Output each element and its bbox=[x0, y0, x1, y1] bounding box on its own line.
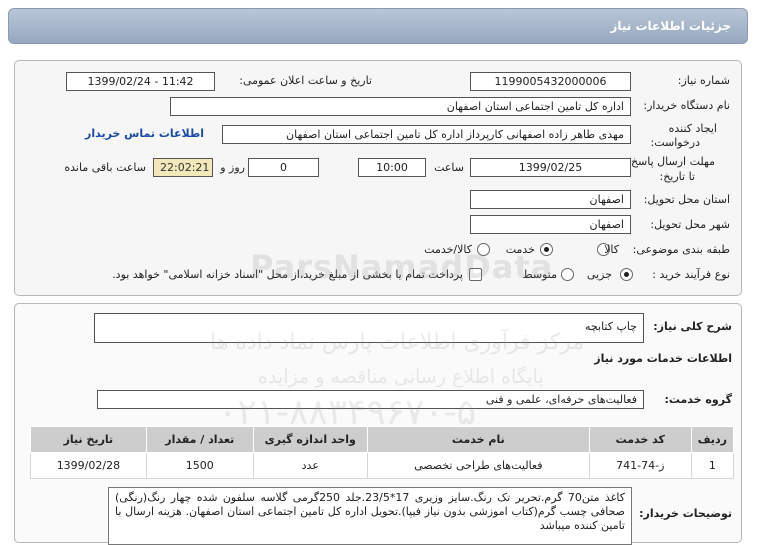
announce-datetime-field: 1399/02/24 - 11:42 bbox=[66, 72, 215, 91]
services-heading: اطلاعات خدمات مورد نیاز bbox=[594, 352, 732, 365]
page-header: جزئیات اطلاعات نیاز bbox=[8, 8, 748, 44]
province-field: اصفهان bbox=[470, 190, 631, 209]
table-row: 1 ز-74-741 فعالیت‌های طراحی تخصصی عدد 15… bbox=[30, 452, 735, 479]
buyer-org-field: اداره کل تامین اجتماعی استان اصفهان bbox=[170, 97, 631, 116]
buyer-notes-field: کاغذ متن70 گرم.تحریر تک رنگ.سایز وزیری 1… bbox=[108, 487, 632, 545]
category-radio-service[interactable] bbox=[540, 243, 553, 256]
col-header-quantity: تعداد / مقدار bbox=[145, 426, 254, 453]
need-summary-label: شرح کلی نیاز: bbox=[653, 320, 732, 333]
need-summary-field: چاپ کتابچه bbox=[94, 313, 644, 343]
col-header-service-code: کد خدمت bbox=[588, 426, 692, 453]
process-option-medium: متوسط bbox=[522, 268, 557, 281]
col-header-row-number: ردیف bbox=[690, 426, 735, 453]
creator-field: مهدی طاهر زاده اصفهانی کارپرداز اداره کل… bbox=[222, 125, 631, 144]
category-label: طبقه بندی موضوعی: bbox=[632, 243, 730, 256]
process-radio-minor[interactable] bbox=[620, 268, 633, 281]
treasury-payment-note: پرداخت تمام یا بخشی از مبلغ خرید،از محل … bbox=[112, 268, 463, 281]
category-option-goods-service: کالا/خدمت bbox=[424, 243, 472, 256]
process-type-label: نوع فرآیند خرید : bbox=[652, 268, 730, 281]
buyer-notes-label: توضیحات خریدار: bbox=[639, 507, 732, 520]
services-table: ردیف کد خدمت نام خدمت واحد اندازه گیری ت… bbox=[30, 426, 735, 479]
deadline-label-line1: مهلت ارسال پاسخ: bbox=[627, 155, 715, 168]
days-field: 0 bbox=[248, 158, 319, 177]
service-group-field: فعالیت‌های حرفه‌ای، علمی و فنی bbox=[97, 390, 644, 409]
cell-row-number: 1 bbox=[690, 452, 735, 479]
buyer-org-label: نام دستگاه خریدار: bbox=[643, 99, 730, 112]
col-header-service-name: نام خدمت bbox=[366, 426, 590, 453]
category-option-goods: کالا bbox=[604, 243, 619, 256]
remaining-time-field: 22:02:21 bbox=[153, 158, 213, 177]
need-number-label: شماره نیاز: bbox=[677, 74, 730, 87]
cell-unit: عدد bbox=[252, 452, 368, 479]
process-option-minor: جزیی bbox=[586, 268, 612, 281]
general-info-panel bbox=[14, 60, 742, 296]
table-header-row: ردیف کد خدمت نام خدمت واحد اندازه گیری ت… bbox=[30, 426, 735, 453]
col-header-need-date: تاریخ نیاز bbox=[30, 426, 147, 453]
treasury-payment-checkbox[interactable] bbox=[469, 268, 482, 281]
cell-service-code: ز-74-741 bbox=[588, 452, 692, 479]
deadline-time-field: 10:00 bbox=[358, 158, 426, 177]
cell-service-name: فعالیت‌های طراحی تخصصی bbox=[366, 452, 590, 479]
creator-label-line1: ایجاد کننده bbox=[668, 122, 717, 135]
creator-label-line2: درخواست: bbox=[650, 136, 700, 149]
process-radio-medium[interactable] bbox=[561, 268, 574, 281]
page-title: جزئیات اطلاعات نیاز bbox=[610, 19, 731, 33]
days-label: روز و bbox=[220, 161, 245, 174]
category-option-service: خدمت bbox=[505, 243, 535, 256]
cell-need-date: 1399/02/28 bbox=[30, 452, 147, 479]
city-label: شهر محل تحویل: bbox=[650, 218, 730, 231]
city-field: اصفهان bbox=[470, 215, 631, 234]
deadline-date-field: 1399/02/25 bbox=[470, 158, 631, 177]
deadline-label-line2: تا تاریخ: bbox=[659, 170, 695, 183]
deadline-hour-label: ساعت bbox=[434, 161, 464, 174]
need-number-field: 1199005432000006 bbox=[470, 72, 631, 91]
service-group-label: گروه خدمت: bbox=[664, 393, 732, 406]
province-label: استان محل تحویل: bbox=[643, 193, 730, 206]
cell-quantity: 1500 bbox=[145, 452, 254, 479]
col-header-unit: واحد اندازه گیری bbox=[252, 426, 368, 453]
category-radio-goods-service[interactable] bbox=[477, 243, 490, 256]
announce-datetime-label: تاریخ و ساعت اعلان عمومی: bbox=[239, 74, 372, 87]
remaining-time-label: ساعت باقی مانده bbox=[64, 161, 146, 174]
buyer-contact-link[interactable]: اطلاعات تماس خریدار bbox=[85, 127, 204, 140]
